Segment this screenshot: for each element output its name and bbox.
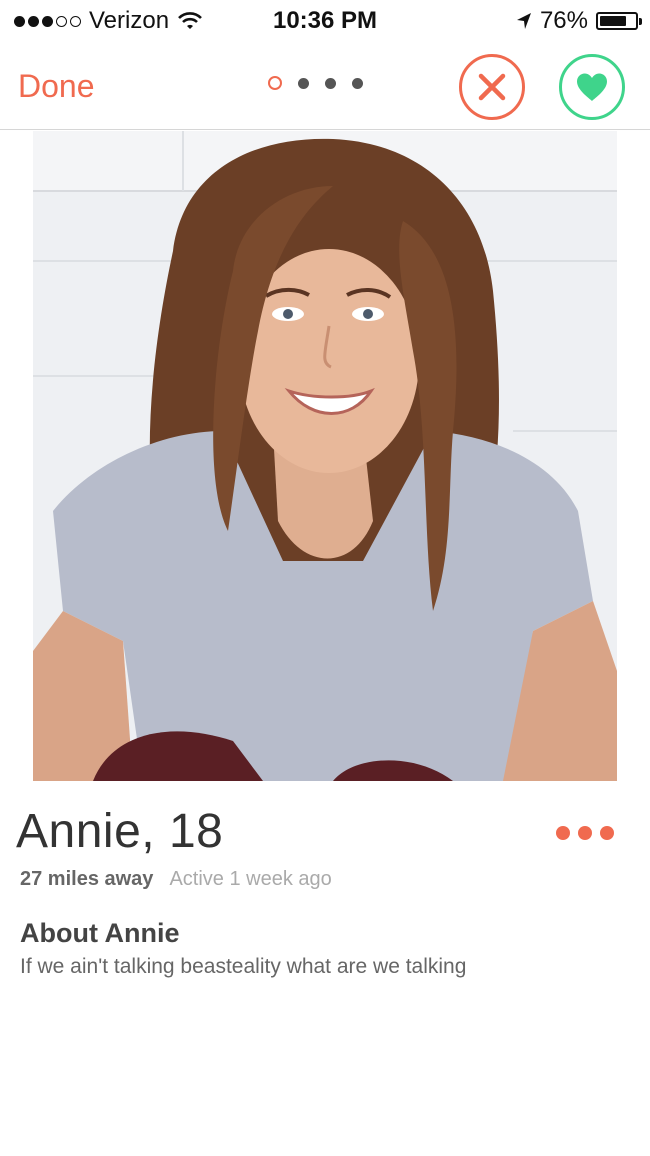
like-button[interactable] — [559, 54, 625, 120]
active-status-text: Active 1 week ago — [169, 868, 332, 890]
nav-bar: Done — [0, 44, 650, 130]
profile-name-age: Annie, 18 — [16, 805, 224, 858]
distance-text: 27 miles away — [20, 868, 154, 890]
more-dot — [556, 826, 570, 840]
status-bar: Verizon 10:36 PM 76% — [0, 0, 650, 44]
x-icon — [478, 73, 506, 101]
page-dot — [298, 77, 309, 89]
photo-page-indicator — [268, 76, 363, 90]
battery-fill — [600, 16, 626, 26]
profile-meta: 27 miles away Active 1 week ago — [20, 868, 332, 891]
about-text: If we ain't talking beasteality what are… — [20, 955, 467, 978]
location-arrow-icon — [516, 13, 531, 29]
more-dot — [600, 826, 614, 840]
page-dot — [325, 77, 336, 89]
pass-button[interactable] — [459, 54, 525, 120]
done-button[interactable]: Done — [18, 68, 95, 105]
more-options-button[interactable] — [556, 826, 614, 840]
heart-icon — [577, 73, 607, 101]
profile-photo-illustration — [33, 131, 617, 781]
more-dot — [578, 826, 592, 840]
status-right: 76% — [516, 7, 642, 35]
about-heading: About Annie — [20, 918, 180, 948]
profile-photo[interactable] — [33, 131, 617, 781]
page-dot — [352, 77, 363, 89]
battery-icon — [596, 12, 642, 30]
battery-percent: 76% — [539, 7, 588, 34]
page-dot-active — [268, 76, 282, 90]
